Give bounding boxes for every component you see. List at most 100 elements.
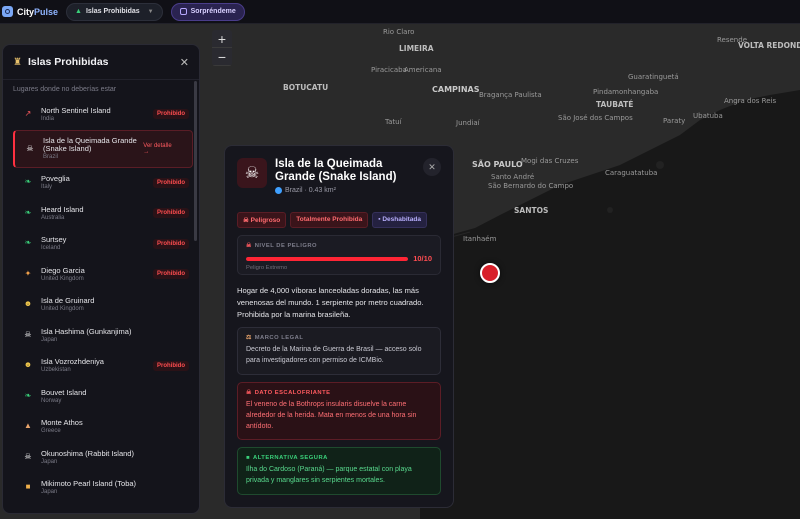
island-list-item[interactable]: ☠ Okunoshima (Rabbit Island) Japan <box>3 442 199 473</box>
map-label: BOTUCATU <box>283 83 329 92</box>
island-list-item[interactable]: ❧ Bouvet Island Norway <box>3 381 199 412</box>
map-label: LIMEIRA <box>399 44 434 53</box>
sidebar-scrollbar[interactable] <box>194 81 197 241</box>
detail-meta: Brazil · 0.43 km² <box>275 186 425 194</box>
sidebar-title: Islas Prohibidas <box>27 56 109 68</box>
island-list-item[interactable]: ▲ Monte Athos Greece <box>3 412 199 443</box>
map-label: Caraguatatuba <box>605 169 658 177</box>
prohibited-badge: Prohibido <box>153 269 189 280</box>
map-label: São Bernardo do Campo <box>488 182 574 190</box>
island-category-icon: ▲ <box>24 421 32 430</box>
location-marker[interactable] <box>480 263 500 283</box>
legal-box: ⚖ MARCO LEGAL Decreto de la Marina de Gue… <box>237 327 441 375</box>
island-list-item[interactable]: ☠ Isla de la Queimada Grande (Snake Islan… <box>13 129 193 168</box>
island-list: ↗ North Sentinel Island India Prohibido ☠ Isl… <box>3 99 199 503</box>
island-country: Iceland <box>41 245 61 252</box>
scale-icon: ⚖ <box>246 335 252 342</box>
map-label: Bragança Paulista <box>479 91 542 99</box>
island-list-item[interactable]: ❧ Heard Island Australia Prohibido <box>3 198 199 229</box>
island-category-icon: ❧ <box>24 390 32 400</box>
view-detail-link[interactable]: Ver detalle → <box>139 141 182 157</box>
legal-label: MARCO LEGAL <box>254 335 304 342</box>
dice-icon <box>179 8 187 15</box>
close-icon[interactable]: ✕ <box>180 56 189 69</box>
app-root: Rio Claro LIMEIRA Piracicaba Americana B… <box>0 0 800 519</box>
island-name: Diego Garcia <box>41 265 85 275</box>
pulse-icon <box>2 6 13 17</box>
zoom-out-button[interactable]: − <box>212 48 232 66</box>
map-label: VOLTA REDONDA <box>738 41 800 50</box>
island-country: United Kingdom <box>41 306 84 313</box>
island-list-item[interactable]: ↗ North Sentinel Island India Prohibido <box>3 99 199 130</box>
globe-icon <box>275 186 282 194</box>
island-country: Japan <box>41 489 58 496</box>
island-country: United Kingdom <box>41 275 84 282</box>
map-label: TAUBATÉ <box>596 100 634 109</box>
sidebar-subtitle: Lugares donde no deberías estar <box>3 79 199 99</box>
island-category-icon: ❧ <box>24 238 32 247</box>
island-list-item[interactable]: ☻ Isla Vozrozhdeniya Uzbekistan Prohibido <box>3 351 199 382</box>
island-list-item[interactable]: ❧ Poveglia Italy Prohibido <box>3 168 199 199</box>
map-label: CAMPINAS <box>432 85 480 94</box>
prohibited-badge: Prohibido <box>153 177 189 188</box>
map-label: Piracicaba <box>371 66 407 74</box>
island-country: Italy <box>41 184 53 191</box>
island-country: Japan <box>41 458 58 465</box>
island-country: Japan <box>41 336 58 343</box>
island-category-icon: ❧ <box>24 207 32 217</box>
brand-name-part2: Pulse <box>34 6 59 17</box>
detail-header: ☠ Isla de la Queimada Grande (Snake Isla… <box>225 146 453 198</box>
check-icon: ■ <box>246 455 251 462</box>
island-detail-card: ☠ Isla de la Queimada Grande (Snake Isla… <box>224 145 454 508</box>
island-name: Heard Island <box>41 204 84 214</box>
prohibited-badge: Prohibido <box>153 238 189 249</box>
prohibited-badge: Prohibido <box>153 360 189 371</box>
surprise-button[interactable]: Sorpréndeme <box>170 2 245 21</box>
island-category-icon: ✦ <box>24 268 32 278</box>
detail-location: Brazil · 0.43 km² <box>285 186 336 194</box>
detail-title: Isla de la Queimada Grande (Snake Island… <box>275 158 397 183</box>
detail-badges: ☠ Peligroso Totalmente Prohibida ▪ Desha… <box>225 204 453 228</box>
category-dropdown[interactable]: ▲ Islas Prohibidas ▼ <box>66 2 163 21</box>
skull-icon: ☠ <box>237 158 267 188</box>
map-label: Americana <box>404 66 442 74</box>
skull-icon: ☠ <box>246 243 252 249</box>
island-country: Norway <box>41 397 62 404</box>
map-label: Itanhaém <box>463 235 497 243</box>
island-list-item[interactable]: ☠ Isla Hashima (Gunkanjima) Japan <box>3 320 199 351</box>
island-list-item[interactable]: ❧ Surtsey Iceland Prohibido <box>3 229 199 260</box>
fact-text: El veneno de la Bothrops insularis disue… <box>246 400 417 431</box>
map-label: Tatuí <box>385 118 402 126</box>
island-category-icon: ☠ <box>26 144 34 153</box>
alt-text: Ilha do Cardoso (Paraná) — parque estata… <box>246 466 412 485</box>
legal-text: Decreto de la Marina de Guerra de Brasil… <box>246 346 422 365</box>
alt-label: ALTERNATIVA SEGURA <box>253 455 328 462</box>
brand-logo[interactable]: CityPulse <box>2 6 58 17</box>
island-list-item[interactable]: ✦ Diego Garcia United Kingdom Prohibido <box>3 259 199 290</box>
island-list-item[interactable]: ☻ Isla de Gruinard United Kingdom <box>3 290 199 321</box>
island-name: Mikimoto Pearl Island (Toba) <box>41 479 137 489</box>
island-country: Uzbekistan <box>41 367 71 374</box>
badge-forbidden: Totalmente Prohibida <box>290 212 369 228</box>
island-name: Isla de Gruinard <box>41 296 95 306</box>
island-country: Greece <box>41 428 61 435</box>
danger-label: NIVEL DE PELIGRO <box>254 243 318 249</box>
danger-value: 10/10 <box>413 254 432 263</box>
island-category-icon: ❧ <box>24 177 32 186</box>
brand-name-part1: City <box>17 6 35 17</box>
island-name: Surtsey <box>41 235 67 245</box>
island-category-icon: ↗ <box>24 108 32 118</box>
close-button[interactable]: ✕ <box>423 158 441 176</box>
map-label: SÃO PAULO <box>472 160 523 169</box>
map-label: Paraty <box>663 117 686 125</box>
fact-box: ☠ DATO ESCALOFRIANTE El veneno de la Both… <box>237 381 441 441</box>
map-label: Mogi das Cruzes <box>521 157 579 165</box>
island-category-icon: ☻ <box>23 299 33 308</box>
zoom-in-button[interactable]: + <box>212 30 232 48</box>
island-list-item[interactable]: ■ Mikimoto Pearl Island (Toba) Japan <box>3 473 199 504</box>
island-icon: ▲ <box>75 8 82 15</box>
alternative-box: ■ ALTERNATIVA SEGURA Ilha do Cardoso (Par… <box>237 447 441 495</box>
zoom-control: + − <box>212 30 232 66</box>
map-label: Santo André <box>491 173 535 181</box>
danger-level-box: ☠ NIVEL DE PELIGRO 10/10 Peligro Extremo <box>237 235 441 275</box>
